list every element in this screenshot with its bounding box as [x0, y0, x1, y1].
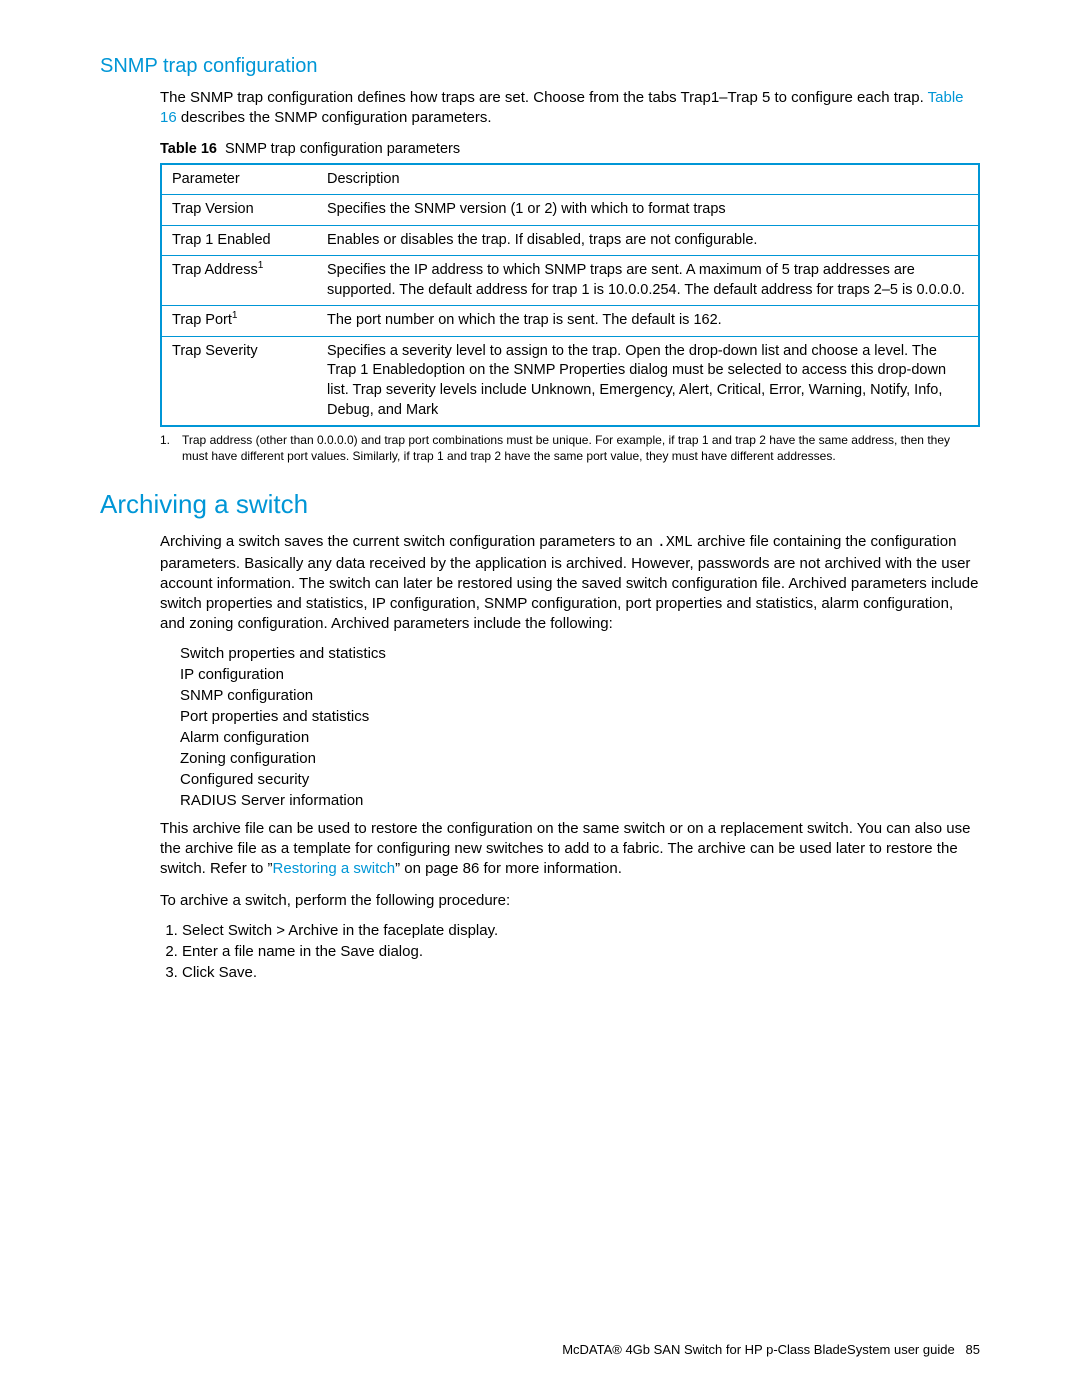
list-item: SNMP configuration	[180, 687, 980, 704]
list-item: Port properties and statistics	[180, 708, 980, 725]
table-row: Trap Port1 The port number on which the …	[161, 306, 979, 337]
param-desc: Specifies a severity level to assign to …	[317, 336, 979, 426]
archiving-para3: To archive a switch, perform the followi…	[160, 891, 980, 911]
table-row: Trap 1 Enabled Enables or disables the t…	[161, 225, 979, 256]
snmp-intro: The SNMP trap configuration defines how …	[160, 88, 980, 129]
caption-label: Table 16	[160, 141, 217, 157]
list-item: RADIUS Server information	[180, 792, 980, 809]
param-name: Trap Severity	[172, 343, 258, 359]
table-row: Trap Version Specifies the SNMP version …	[161, 195, 979, 226]
snmp-heading: SNMP trap configuration	[100, 55, 980, 78]
archiving-heading: Archiving a switch	[100, 489, 980, 520]
param-name: Trap Version	[172, 201, 254, 217]
param-desc: Enables or disables the trap. If disable…	[317, 225, 979, 256]
procedure-list: Select Switch > Archive in the faceplate…	[160, 922, 980, 981]
footer-text: McDATA® 4Gb SAN Switch for HP p-Class Bl…	[562, 1342, 955, 1357]
param-name: Trap Port	[172, 312, 232, 328]
list-item: Switch properties and statistics	[180, 645, 980, 662]
footnote-num: 1.	[160, 433, 182, 464]
page-footer: McDATA® 4Gb SAN Switch for HP p-Class Bl…	[562, 1342, 980, 1357]
param-sup: 1	[258, 260, 264, 271]
table-footnote: 1. Trap address (other than 0.0.0.0) and…	[160, 433, 980, 464]
list-item: IP configuration	[180, 666, 980, 683]
caption-text: SNMP trap configuration parameters	[225, 141, 460, 157]
archiving-para2: This archive file can be used to restore…	[160, 819, 980, 880]
table-header-row: Parameter Description	[161, 164, 979, 195]
list-item: Zoning configuration	[180, 750, 980, 767]
list-item: Enter a file name in the Save dialog.	[182, 943, 980, 960]
param-desc: Specifies the SNMP version (1 or 2) with…	[317, 195, 979, 226]
p1-code: .XML	[657, 534, 693, 551]
param-name: Trap Address	[172, 262, 258, 278]
param-desc: Specifies the IP address to which SNMP t…	[317, 256, 979, 306]
list-item: Select Switch > Archive in the faceplate…	[182, 922, 980, 939]
p2-b: ” on page 86 for more information.	[395, 860, 622, 877]
table-row: Trap Severity Specifies a severity level…	[161, 336, 979, 426]
param-desc: The port number on which the trap is sen…	[317, 306, 979, 337]
th-description: Description	[317, 164, 979, 195]
page-number: 85	[966, 1342, 980, 1357]
archived-list: Switch properties and statistics IP conf…	[160, 645, 980, 809]
table-row: Trap Address1 Specifies the IP address t…	[161, 256, 979, 306]
footnote-text: Trap address (other than 0.0.0.0) and tr…	[182, 433, 977, 464]
list-item: Alarm configuration	[180, 729, 980, 746]
list-item: Configured security	[180, 771, 980, 788]
intro-after: describes the SNMP configuration paramet…	[177, 109, 492, 126]
params-table: Parameter Description Trap Version Speci…	[160, 163, 980, 428]
th-parameter: Parameter	[161, 164, 317, 195]
list-item: Click Save.	[182, 964, 980, 981]
p1-a: Archiving a switch saves the current swi…	[160, 533, 657, 550]
intro-before: The SNMP trap configuration defines how …	[160, 89, 928, 106]
param-name: Trap 1 Enabled	[172, 232, 271, 248]
param-sup: 1	[232, 310, 238, 321]
table-caption: Table 16 SNMP trap configuration paramet…	[160, 141, 980, 157]
restoring-link[interactable]: Restoring a switch	[273, 860, 396, 877]
archiving-para1: Archiving a switch saves the current swi…	[160, 532, 980, 634]
